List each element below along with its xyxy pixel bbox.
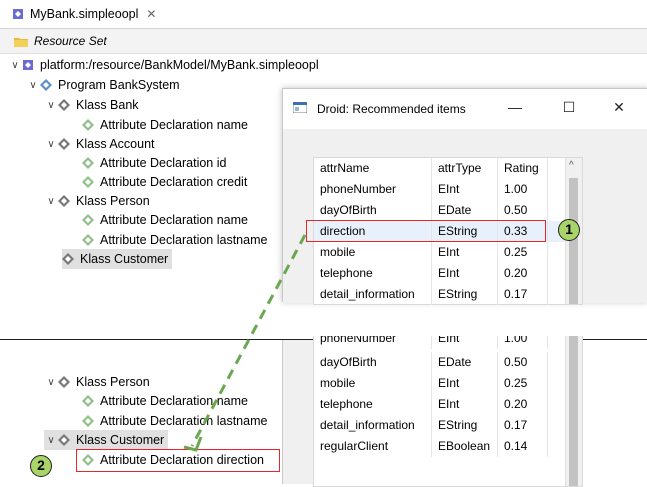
drag-arrow-line [190, 234, 307, 447]
drag-arrow-head [183, 436, 203, 452]
drag-arrow [183, 234, 307, 452]
